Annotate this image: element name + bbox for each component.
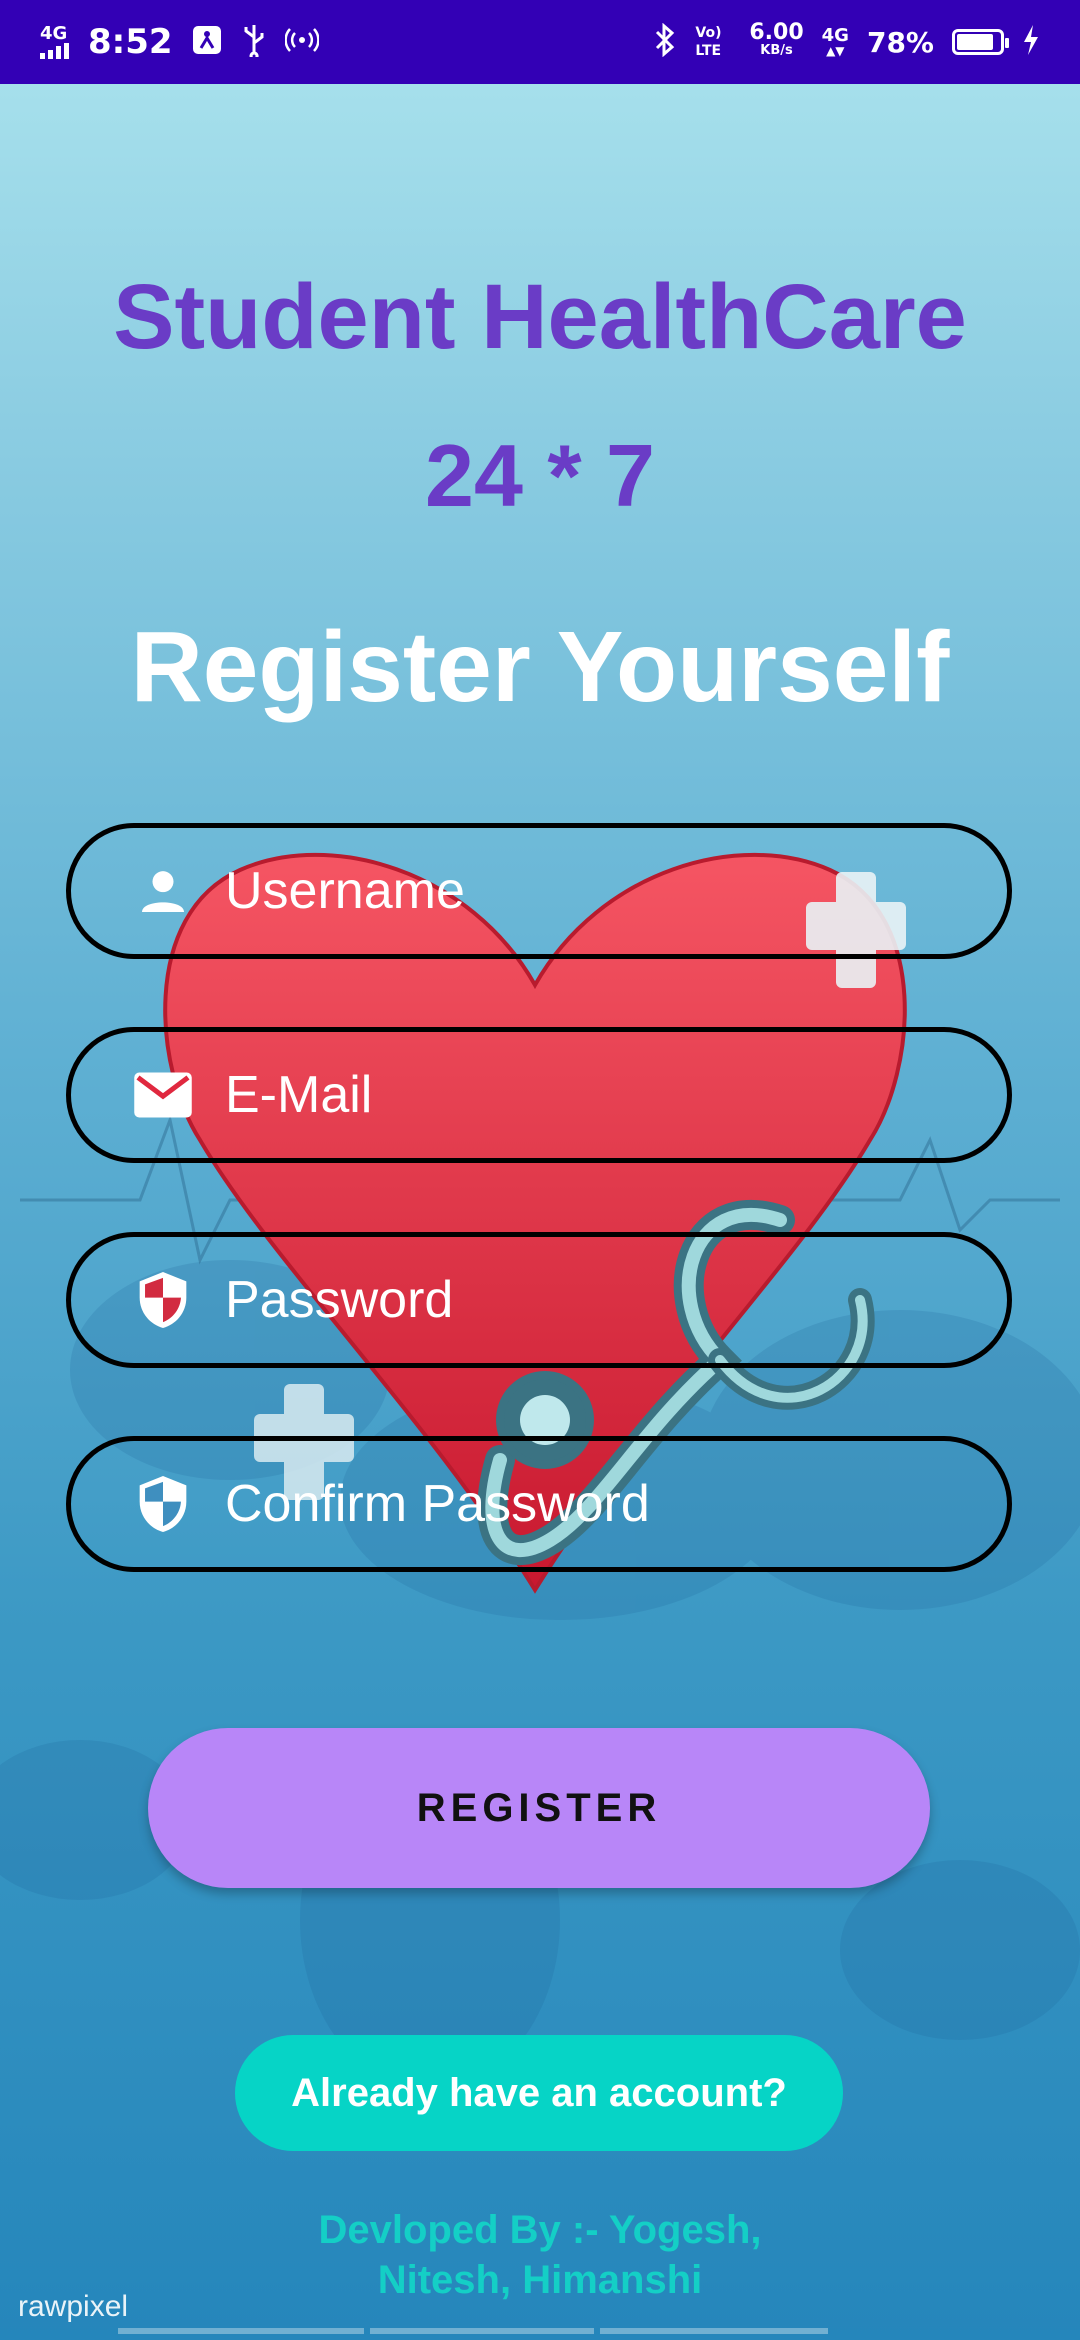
username-input[interactable] bbox=[225, 861, 925, 921]
developer-credits: Devloped By :- Yogesh, Nitesh, Himanshi bbox=[0, 2205, 1080, 2305]
network-type-2: 4G bbox=[821, 25, 849, 46]
confirm-password-field[interactable] bbox=[66, 1436, 1012, 1572]
data-arrows-icon: ▲▼ bbox=[826, 44, 845, 58]
credits-line-1: Devloped By :- Yogesh, bbox=[318, 2208, 762, 2252]
password-field[interactable] bbox=[66, 1232, 1012, 1368]
shield-icon bbox=[131, 1472, 195, 1536]
app-title: Student HealthCare bbox=[113, 266, 967, 368]
status-bar-right: Vo) LTE 6.00 KB/s 4G ▲▼ 78% bbox=[653, 20, 1040, 61]
person-icon bbox=[131, 859, 195, 923]
hotspot-icon bbox=[283, 25, 320, 59]
speed-unit: KB/s bbox=[760, 43, 793, 58]
network-speed: 6.00 KB/s bbox=[749, 20, 804, 60]
world-map-shape bbox=[840, 1860, 1080, 2040]
status-bar-left: 4G 8:52 bbox=[40, 22, 320, 62]
signal-icon: 4G bbox=[40, 25, 70, 59]
clock: 8:52 bbox=[88, 22, 173, 62]
availability-label: 24 * 7 bbox=[425, 426, 655, 525]
username-field[interactable] bbox=[66, 823, 1012, 959]
speed-value: 6.00 bbox=[749, 20, 804, 45]
battery-percent: 78% bbox=[866, 25, 934, 59]
accessibility-icon bbox=[191, 24, 223, 60]
mail-icon bbox=[131, 1063, 195, 1127]
watermark: rawpixel bbox=[18, 2290, 129, 2323]
status-bar: 4G 8:52 Vo) LTE 6.00 KB/s 4G ▲▼ 78% bbox=[0, 0, 1080, 84]
credits-line-2: Nitesh, Himanshi bbox=[377, 2258, 703, 2302]
register-button[interactable]: REGISTER bbox=[148, 1728, 930, 1888]
battery-icon bbox=[952, 29, 1009, 55]
confirm-password-input[interactable] bbox=[225, 1474, 925, 1534]
volte-label: Vo) LTE bbox=[695, 25, 722, 59]
bottom-decoration bbox=[118, 2328, 828, 2334]
email-field[interactable] bbox=[66, 1027, 1012, 1163]
network-type: 4G bbox=[40, 23, 68, 44]
email-input[interactable] bbox=[225, 1065, 925, 1125]
charging-icon bbox=[1022, 25, 1040, 59]
bluetooth-icon bbox=[653, 22, 677, 61]
mobile-data-indicator: 4G ▲▼ bbox=[821, 25, 849, 58]
password-input[interactable] bbox=[225, 1270, 925, 1330]
page-heading: Register Yourself bbox=[130, 611, 950, 723]
shield-icon bbox=[131, 1268, 195, 1332]
usb-icon bbox=[241, 23, 267, 61]
login-link-button[interactable]: Already have an account? bbox=[235, 2035, 843, 2151]
battery-fill bbox=[957, 34, 993, 50]
